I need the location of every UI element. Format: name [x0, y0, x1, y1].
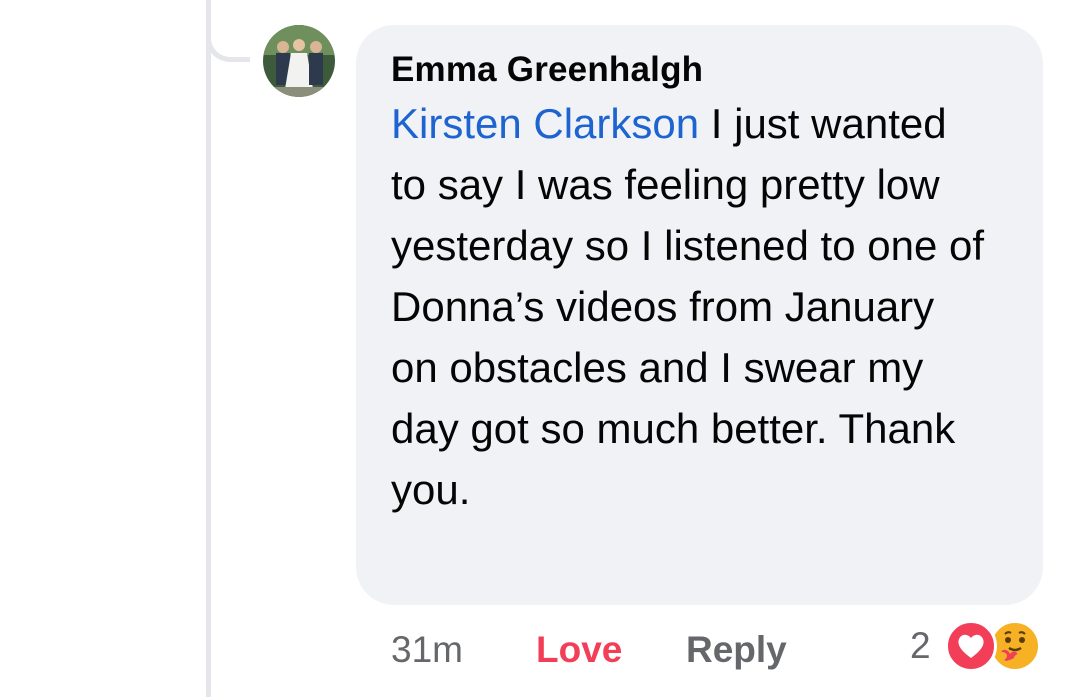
comment-timestamp[interactable]: 31m	[391, 624, 463, 676]
love-button[interactable]: Love	[536, 624, 622, 676]
love-icon	[945, 620, 997, 672]
reaction-icons[interactable]	[945, 620, 1049, 674]
comment-author[interactable]: Emma Greenhalgh	[391, 49, 1023, 91]
mention-link[interactable]: Kirsten Clarkson	[391, 100, 699, 147]
comment-bubble: Emma Greenhalgh Kirsten Clarkson I just …	[356, 25, 1043, 605]
reply-button[interactable]: Reply	[686, 624, 787, 676]
comment-thread: Emma Greenhalgh Kirsten Clarkson I just …	[0, 0, 1080, 697]
comment-text: I just wanted to say I was feeling prett…	[391, 100, 985, 513]
avatar[interactable]	[263, 25, 335, 97]
thread-branch-connector	[206, 0, 250, 62]
comment-body: Kirsten Clarkson I just wanted to say I …	[391, 93, 991, 520]
reaction-count[interactable]: 2	[910, 620, 931, 672]
thread-line	[206, 0, 211, 697]
